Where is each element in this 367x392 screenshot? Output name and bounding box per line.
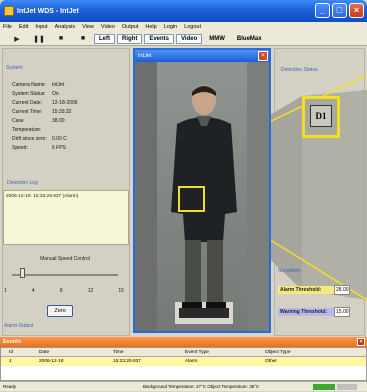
cell-date: 2006-12-18 bbox=[39, 359, 64, 364]
warning-threshold-input[interactable]: 15.00 bbox=[334, 307, 350, 317]
col-time[interactable]: Time bbox=[103, 348, 177, 356]
video-close-button[interactable]: × bbox=[258, 51, 268, 61]
video-title-bar[interactable]: IntJet × bbox=[135, 50, 269, 62]
status-indicator bbox=[313, 384, 335, 390]
status-temperature: Background Temperature: 27°C Object Temp… bbox=[143, 384, 260, 389]
sensitivity-title: Sensitivity bbox=[278, 268, 301, 274]
cell-time: 15:33:29.937 bbox=[113, 359, 142, 364]
detection-zone-indicator[interactable]: D1 bbox=[302, 96, 340, 138]
cell-event-type: Alarm bbox=[185, 359, 198, 364]
alarm-threshold-input[interactable]: 28.00 bbox=[334, 285, 350, 295]
events-title-bar[interactable]: Events × bbox=[0, 337, 367, 347]
cell-id: 1 bbox=[9, 359, 12, 364]
events-table: Id Date Time Event Type Object Type 1 20… bbox=[0, 347, 367, 381]
alarm-threshold-label: Alarm Threshold: bbox=[278, 286, 334, 294]
video-title: IntJet bbox=[138, 53, 152, 59]
cell-object-type: Other bbox=[265, 359, 277, 364]
warning-threshold-row: Warning Threshold: 15.00 bbox=[278, 307, 350, 317]
d1-badge: D1 bbox=[310, 105, 332, 127]
warning-threshold-label: Warning Threshold: bbox=[278, 308, 334, 316]
status-indicator bbox=[337, 384, 357, 390]
camera-image bbox=[135, 62, 269, 331]
table-row[interactable]: 1 2006-12-18 15:33:29.937 Alarm Other bbox=[1, 357, 366, 366]
events-header: Id Date Time Event Type Object Type bbox=[1, 348, 366, 357]
status-left: Ready bbox=[3, 384, 17, 389]
video-window[interactable]: IntJet × bbox=[133, 48, 271, 333]
status-bar: Ready Background Temperature: 27°C Objec… bbox=[0, 381, 367, 391]
events-close-button[interactable]: × bbox=[357, 338, 365, 346]
col-object-type[interactable]: Object Type bbox=[261, 348, 361, 356]
camera-feed[interactable] bbox=[135, 62, 269, 331]
col-event-type[interactable]: Event Type bbox=[177, 348, 261, 356]
alarm-threshold-row: Alarm Threshold: 28.00 bbox=[278, 285, 350, 295]
col-id[interactable]: Id bbox=[1, 348, 29, 356]
events-title: Events bbox=[3, 339, 22, 345]
col-date[interactable]: Date bbox=[29, 348, 103, 356]
